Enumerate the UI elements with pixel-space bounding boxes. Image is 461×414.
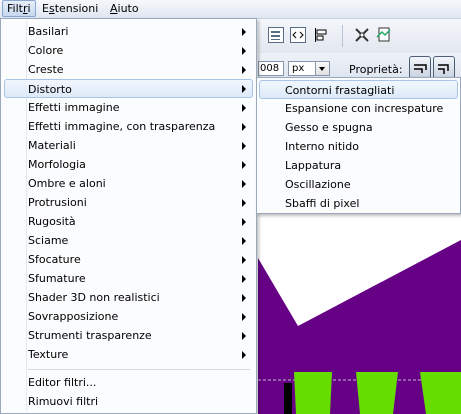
submenu-arrow-icon xyxy=(242,256,246,264)
properties-label: Proprietà: xyxy=(349,63,403,76)
menu-item-creste[interactable]: Creste xyxy=(4,60,253,79)
submenu-item-label: Oscillazione xyxy=(285,178,351,191)
submenu-arrow-icon xyxy=(242,351,246,359)
submenu-arrow-icon xyxy=(242,161,246,169)
menu-estensioni-label: Estensioni xyxy=(42,2,99,15)
submenu-item-sbaffi-pixel[interactable]: Sbaffi di pixel xyxy=(259,194,458,213)
menu-item-sciame[interactable]: Sciame xyxy=(4,231,253,250)
submenu-item-label: Lappatura xyxy=(285,159,342,172)
layers-icon[interactable] xyxy=(268,27,284,43)
menu-item-label: Effetti immagine, con trasparenza xyxy=(28,120,216,133)
green-block xyxy=(356,372,398,414)
green-block xyxy=(420,372,461,414)
menu-item-ombre-aloni[interactable]: Ombre e aloni xyxy=(4,174,253,193)
submenu-arrow-icon xyxy=(242,237,246,245)
menu-item-label: Strumenti trasparenze xyxy=(28,329,152,342)
menu-item-label: Basilari xyxy=(28,25,69,38)
menu-item-materiali[interactable]: Materiali xyxy=(4,136,253,155)
menu-item-label: Ombre e aloni xyxy=(28,177,106,190)
menu-item-texture[interactable]: Texture xyxy=(4,345,253,364)
menu-item-rugosita[interactable]: Rugosità xyxy=(4,212,253,231)
toolbar-separator xyxy=(342,25,343,47)
menu-item-shader-3d[interactable]: Shader 3D non realistici xyxy=(4,288,253,307)
menu-item-label: Distorto xyxy=(28,83,72,96)
menu-estensioni[interactable]: Estensioni xyxy=(38,1,102,16)
align-icon[interactable] xyxy=(314,27,330,43)
menu-item-sfumature[interactable]: Sfumature xyxy=(4,269,253,288)
menu-item-label: Protrusioni xyxy=(28,196,87,209)
menu-item-colore[interactable]: Colore xyxy=(4,41,253,60)
menu-filtri[interactable]: Filtri xyxy=(2,0,36,17)
menu-item-effetti-immagine[interactable]: Effetti immagine xyxy=(4,98,253,117)
submenu-item-lappatura[interactable]: Lappatura xyxy=(259,156,458,175)
menu-item-basilari[interactable]: Basilari xyxy=(4,22,253,41)
menu-item-label: Colore xyxy=(28,44,64,57)
submenu-arrow-icon xyxy=(242,313,246,321)
menu-item-label: Texture xyxy=(28,348,69,361)
menu-item-label: Morfologia xyxy=(28,158,86,171)
submenu-arrow-icon xyxy=(242,85,246,93)
submenu-item-label: Interno nitido xyxy=(285,140,359,153)
menu-item-label: Sfumature xyxy=(28,272,86,285)
submenu-item-interno-nitido[interactable]: Interno nitido xyxy=(259,137,458,156)
width-spinbox[interactable]: 008 xyxy=(258,61,284,76)
submenu-arrow-icon xyxy=(242,123,246,131)
submenu-arrow-icon xyxy=(242,275,246,283)
menu-aiuto[interactable]: Aiuto xyxy=(106,1,143,16)
submenu-item-contorni-frastagliati[interactable]: Contorni frastagliati xyxy=(259,80,458,99)
menu-item-effetti-immagine-trasparenza[interactable]: Effetti immagine, con trasparenza xyxy=(4,117,253,136)
xml-editor-icon[interactable] xyxy=(290,27,306,43)
menu-item-rimuovi-filtri[interactable]: Rimuovi filtri xyxy=(4,392,253,411)
submenu-arrow-icon xyxy=(242,218,246,226)
dark-shape xyxy=(284,383,292,414)
submenu-arrow-icon xyxy=(242,294,246,302)
menu-item-strumenti-trasparenze[interactable]: Strumenti trasparenze xyxy=(4,326,253,345)
menu-item-distorto[interactable]: Distorto xyxy=(4,79,253,98)
menu-filtri-label: Filtri xyxy=(7,2,31,15)
submenu-item-label: Contorni frastagliati xyxy=(285,84,395,97)
submenu-arrow-icon xyxy=(242,199,246,207)
submenu-arrow-icon xyxy=(242,104,246,112)
menu-item-label: Effetti immagine xyxy=(28,101,120,114)
menu-item-morfologia[interactable]: Morfologia xyxy=(4,155,253,174)
submenu-item-label: Gesso e spugna xyxy=(285,121,373,134)
menu-item-label: Rimuovi filtri xyxy=(28,395,99,408)
submenu-arrow-icon xyxy=(242,142,246,150)
menu-item-label: Materiali xyxy=(28,139,76,152)
green-block xyxy=(294,372,332,414)
menu-item-label: Editor filtri... xyxy=(28,376,97,389)
menu-item-sfocature[interactable]: Sfocature xyxy=(4,250,253,269)
submenu-arrow-icon xyxy=(242,28,246,36)
submenu-item-espansione[interactable]: Espansione con increspature xyxy=(259,99,458,118)
menubar: Filtri Estensioni Aiuto xyxy=(0,0,461,19)
submenu-item-gesso-spugna[interactable]: Gesso e spugna xyxy=(259,118,458,137)
menu-item-protrusioni[interactable]: Protrusioni xyxy=(4,193,253,212)
unit-select[interactable]: px xyxy=(288,61,330,76)
submenu-arrow-icon xyxy=(242,180,246,188)
menu-item-label: Shader 3D non realistici xyxy=(28,291,160,304)
menu-item-sovrapposizione[interactable]: Sovrapposizione xyxy=(4,307,253,326)
submenu-arrow-icon xyxy=(242,47,246,55)
menu-item-label: Rugosità xyxy=(28,215,76,228)
submenu-item-label: Sbaffi di pixel xyxy=(285,197,360,210)
menu-item-label: Sfocature xyxy=(28,253,81,266)
menu-item-label: Sciame xyxy=(28,234,69,247)
menu-item-label: Creste xyxy=(28,63,64,76)
chevron-down-icon[interactable] xyxy=(315,62,329,75)
filters-menu: Basilari Colore Creste Distorto Effetti … xyxy=(0,18,257,414)
submenu-item-label: Espansione con increspature xyxy=(285,102,444,115)
menu-aiuto-label: Aiuto xyxy=(110,2,139,15)
submenu-arrow-icon xyxy=(242,332,246,340)
submenu-arrow-icon xyxy=(242,66,246,74)
commands-toolbar xyxy=(258,19,461,53)
unit-select-value: px xyxy=(292,63,305,74)
preferences-icon[interactable] xyxy=(354,27,370,43)
menu-separator xyxy=(28,369,250,370)
document-properties-icon[interactable] xyxy=(376,27,392,43)
menu-item-label: Sovrapposizione xyxy=(28,310,119,323)
menu-item-editor-filtri[interactable]: Editor filtri... xyxy=(4,373,253,392)
distorto-submenu: Contorni frastagliati Espansione con inc… xyxy=(256,77,461,214)
submenu-item-oscillazione[interactable]: Oscillazione xyxy=(259,175,458,194)
